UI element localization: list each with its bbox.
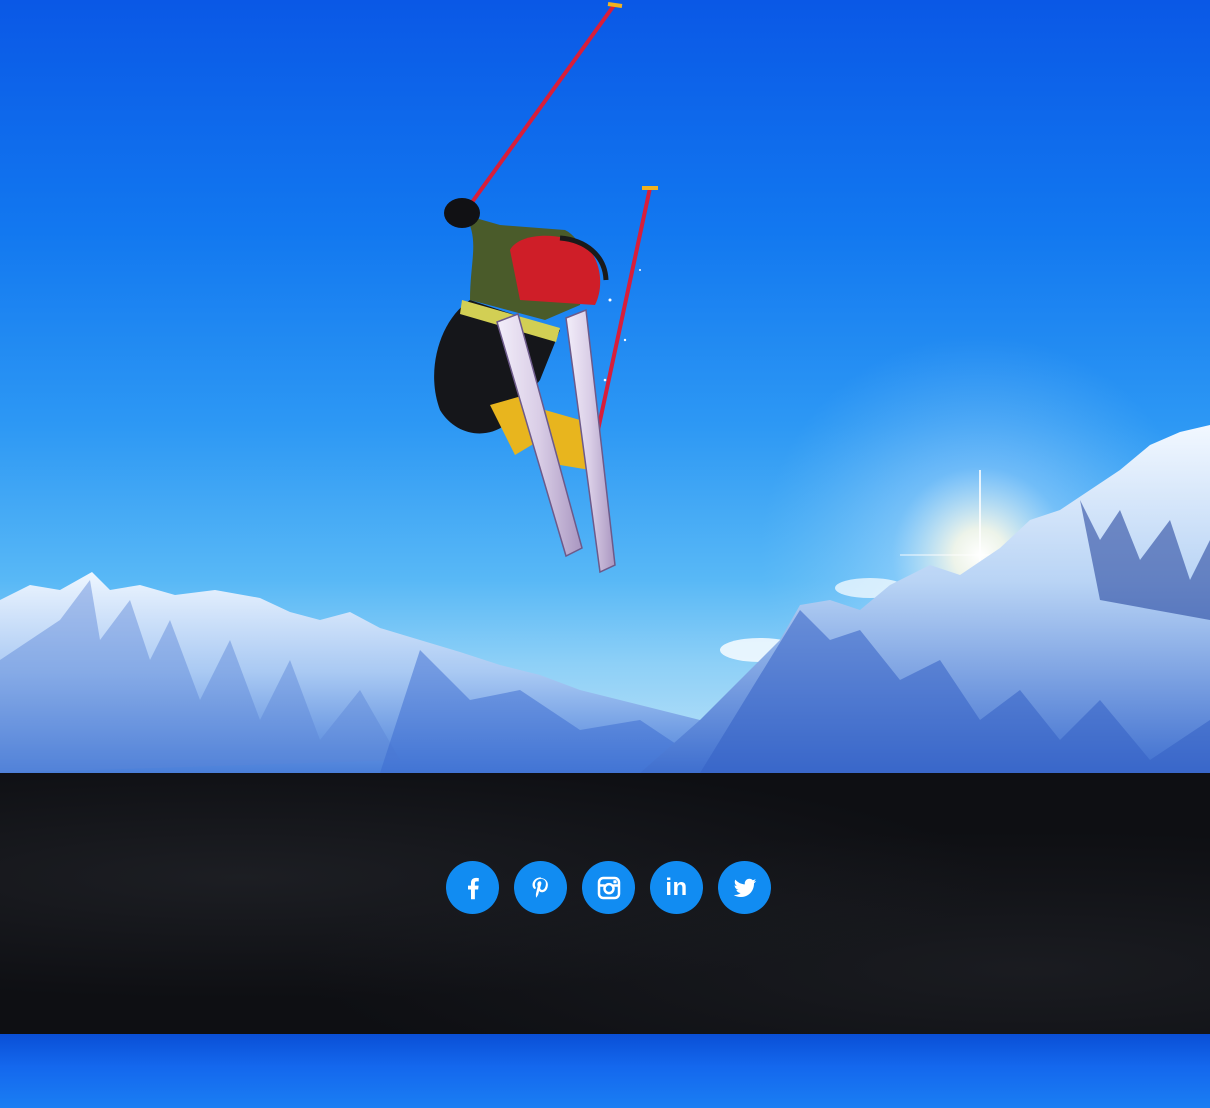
linkedin-icon: in [665,873,688,901]
facebook-button[interactable] [446,861,499,914]
instagram-button[interactable] [582,861,635,914]
skier [434,198,641,574]
page: in [0,0,1210,1108]
twitter-icon [733,878,756,897]
twitter-button[interactable] [718,861,771,914]
pinterest-button[interactable] [514,861,567,914]
hero-image [0,0,1210,773]
pinterest-icon [532,876,548,898]
bottom-strip [0,1034,1210,1108]
linkedin-button[interactable]: in [650,861,703,914]
social-footer: in [0,773,1210,1034]
facebook-icon [467,877,479,899]
social-links: in [446,861,771,914]
ski-pole-right [596,187,652,431]
ski-pole-left [468,2,617,207]
instagram-icon [597,876,620,899]
skier-illustration [0,2,1210,773]
